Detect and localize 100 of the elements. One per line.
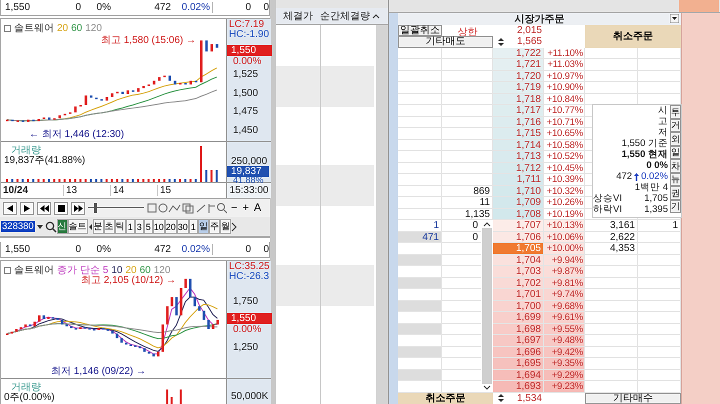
bid-rate: +9.42% xyxy=(544,346,585,358)
quote-value: 0 xyxy=(262,2,270,13)
period-button[interactable]: 틱 xyxy=(114,219,126,234)
volume-rate: 41.88% xyxy=(233,175,264,185)
lc-label: LC:7.19 xyxy=(229,19,264,30)
bid-price[interactable]: 1,704 xyxy=(493,254,544,266)
other-sell-button[interactable]: 기타매도 xyxy=(398,36,493,48)
stock-code-field[interactable]: 328380 xyxy=(1,221,35,232)
panel-title: 시장가주문 xyxy=(514,12,564,26)
ask-rate: +10.77% xyxy=(544,105,585,116)
hc-label: HC:-1.90 xyxy=(229,29,270,40)
price-tag: 1,550 xyxy=(227,313,272,324)
period-button[interactable]: 월 xyxy=(220,219,231,234)
bid-rate: +9.29% xyxy=(544,370,585,381)
bid-price[interactable]: 1,697 xyxy=(493,335,544,346)
ask-price: 1,715 xyxy=(493,128,544,140)
ask-rate: +10.97% xyxy=(544,70,585,82)
volume-title: 거래량 xyxy=(11,381,41,393)
bid-price[interactable]: 1,698 xyxy=(493,324,544,335)
tool-button[interactable]: − xyxy=(230,202,238,214)
side-tab[interactable]: 차 xyxy=(670,159,681,172)
ask-rate: +11.03% xyxy=(544,59,585,70)
volume-tick-label: 250,000 xyxy=(231,156,268,167)
period-button[interactable]: 일 xyxy=(198,219,209,234)
period-button[interactable]: 30 xyxy=(176,219,189,234)
ask-rate: +10.58% xyxy=(544,140,585,151)
quote-value: 472 xyxy=(153,2,172,13)
bid-rate: +10.00% xyxy=(544,243,585,254)
volume-value: 0주(0.00%) xyxy=(4,392,55,404)
ask-price: 1,720 xyxy=(493,70,544,82)
ask-rate: +10.32% xyxy=(544,186,585,197)
bid-price[interactable]: 1,696 xyxy=(493,346,544,358)
column-header: 순간체결량 xyxy=(320,10,370,23)
bid-quantity: 2,622 xyxy=(585,232,638,243)
quote-value: 0.02% xyxy=(173,244,213,255)
quote-value: 0 xyxy=(262,244,270,255)
legend-label: 5 xyxy=(102,264,108,276)
side-tab[interactable]: 뉴 xyxy=(670,172,681,186)
ask-price: 1,722 xyxy=(493,48,544,59)
cancel-order-button[interactable]: 취소주문 xyxy=(585,24,681,48)
legend-label: 120 xyxy=(154,264,170,276)
period-button[interactable]: 신 xyxy=(56,219,68,234)
period-button[interactable]: 주 xyxy=(208,219,220,234)
bid-price[interactable]: 1,707 xyxy=(493,220,544,232)
side-tab[interactable]: 기 xyxy=(670,200,681,213)
bid-rate: +9.55% xyxy=(544,324,585,335)
period-button[interactable]: 초 xyxy=(104,219,115,234)
bid-price[interactable]: 1,701 xyxy=(493,289,544,300)
bid-price[interactable]: 1,699 xyxy=(493,312,544,324)
x-axis-label: 15 xyxy=(157,185,204,196)
quote-value: 0 xyxy=(244,244,252,255)
other-buy-button[interactable]: 기타매수 xyxy=(585,392,681,404)
bid-price[interactable]: 1,702 xyxy=(493,278,544,289)
side-tab[interactable]: 거 xyxy=(670,118,681,132)
cancel-all-button[interactable]: 일괄취소 xyxy=(398,24,442,36)
quote-value: 0 xyxy=(74,244,82,255)
legend-label: 120 xyxy=(85,22,102,34)
vi-label: 하락VI xyxy=(593,204,622,215)
tool-button[interactable]: + xyxy=(241,202,250,214)
cancel-order-button[interactable]: 취소주문 xyxy=(398,392,493,404)
hc-label: HC:-26.3 xyxy=(229,271,270,282)
ask-rate: +10.65% xyxy=(544,128,585,140)
period-button[interactable]: 솔트 xyxy=(68,219,88,234)
side-tab[interactable]: 외 xyxy=(670,132,681,146)
period-button[interactable]: 10 xyxy=(152,219,165,234)
high-price-label: 최고 2,105 (10/12) → xyxy=(80,274,176,287)
info-value: 0 0% xyxy=(646,160,668,171)
upper-limit-label: 상한 xyxy=(458,26,478,36)
ask-price: 1,721 xyxy=(493,59,544,70)
legend-label: 종가 단순 xyxy=(57,264,100,276)
bid-rate: +9.94% xyxy=(544,254,585,266)
bid-price[interactable]: 1,703 xyxy=(493,266,544,278)
bid-price[interactable]: 1,700 xyxy=(493,300,544,312)
y-tick-label: 1,500 xyxy=(233,88,258,98)
side-tab[interactable]: 일 xyxy=(670,146,681,159)
bid-price[interactable]: 1,706 xyxy=(493,232,544,243)
footer-price: 1,534 xyxy=(516,392,543,404)
period-button[interactable]: 20 xyxy=(164,219,177,234)
price-rate: 0.00% xyxy=(233,324,262,335)
price-rate: 0.00% xyxy=(233,56,262,67)
volume-value: 19,837주(41.88%) xyxy=(4,154,86,167)
x-axis-label: 10/24 xyxy=(2,185,30,196)
bid-rate: +9.81% xyxy=(544,278,585,289)
tool-button[interactable]: A xyxy=(252,202,262,214)
ask-rate: +10.84% xyxy=(544,94,585,105)
bid-rate: +10.06% xyxy=(544,232,585,243)
volume-tag: 19,837 xyxy=(227,166,269,177)
info-value: 472 xyxy=(616,171,632,182)
bid-rate: +9.68% xyxy=(544,300,585,312)
low-price-label: 최저 1,146 (09/22) → xyxy=(51,365,146,378)
change-rate: 0.02% xyxy=(641,171,668,182)
volume-title: 거래량 xyxy=(11,144,41,156)
bid-price[interactable]: 1,695 xyxy=(493,358,544,370)
side-tab[interactable]: 투 xyxy=(670,105,681,118)
side-tab[interactable]: 권 xyxy=(670,186,681,200)
bid-rate: +9.35% xyxy=(544,358,585,370)
vi-price: 1,395 xyxy=(644,204,668,215)
info-value: 저 xyxy=(658,127,668,138)
period-button[interactable]: 분 xyxy=(92,219,104,234)
legend-label: 20 xyxy=(57,22,68,34)
